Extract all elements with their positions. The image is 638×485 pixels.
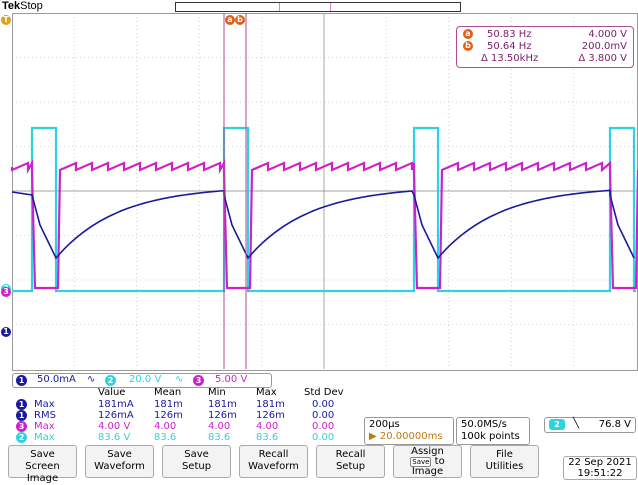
cursor-b-icon: b	[463, 41, 473, 51]
meas-header-stddev: Std Dev	[304, 387, 344, 398]
meas-row-name: Max	[34, 421, 55, 432]
time: 19:51:22	[577, 468, 623, 479]
softkey-bar: Save Screen Image Save Waveform Save Setup …	[8, 445, 638, 484]
meas-row-name: Max	[34, 399, 55, 410]
meas-header-max: Max	[256, 387, 277, 398]
meas-row-max: 126m	[256, 410, 285, 421]
sample-rate: 50.0MS/s	[461, 419, 507, 430]
ch3-badge[interactable]: 3	[193, 375, 204, 386]
cursor-b-freq: 50.64 Hz	[487, 41, 532, 52]
trigger-level: 76.8 V	[598, 419, 631, 430]
cursor-delta-freq: Δ 13.50kHz	[481, 53, 539, 64]
meas-header-value: Value	[98, 387, 126, 398]
meas-row-max: 4.00	[256, 421, 279, 432]
cursor-a-row: a 50.83 Hz 4.000 V	[457, 29, 633, 41]
meas-header-min: Min	[208, 387, 226, 398]
cursor-b-marker[interactable]: b	[235, 15, 245, 25]
cursor-a-icon: a	[463, 29, 473, 39]
cursor-b-value: 200.0mV	[581, 41, 627, 52]
ch1-badge[interactable]: 1	[16, 375, 27, 386]
meas-row-channel-badge: 1	[16, 410, 27, 421]
meas-row-mean: 4.00	[154, 421, 177, 432]
record-length: 100k points	[461, 431, 520, 442]
ch2-scale: 20.0 V	[129, 374, 162, 385]
recall-waveform-button[interactable]: Recall Waveform	[239, 445, 308, 478]
meas-row-name: RMS	[34, 410, 56, 421]
meas-row-value: 181mA	[98, 399, 134, 410]
recall-setup-button[interactable]: Recall Setup	[316, 445, 385, 478]
horizontal-scale: 200µs	[369, 419, 400, 430]
date: 22 Sep 2021	[568, 457, 632, 468]
horizontal-position: ▶ 20.00000ms	[369, 431, 443, 442]
meas-row-std: 0.00	[312, 432, 335, 443]
cursor-readout: a 50.83 Hz 4.000 V b 50.64 Hz 200.0mV Δ …	[456, 26, 634, 68]
horizontal-settings[interactable]: 200µs ▶ 20.00000ms	[364, 417, 454, 445]
meas-row-name: Max	[34, 432, 55, 443]
meas-row-std: 0.00	[312, 399, 335, 410]
trigger-position-marker: T	[1, 15, 11, 25]
assign-save-button[interactable]: Assign Save to Image	[393, 445, 462, 478]
meas-row-channel-badge: 1	[16, 399, 27, 410]
meas-row-max: 181m	[256, 399, 285, 410]
meas-row-mean: 181m	[154, 399, 183, 410]
meas-row-channel-badge: 2	[16, 432, 27, 443]
meas-row-channel-badge: 3	[16, 421, 27, 432]
meas-row-mean: 126m	[154, 410, 183, 421]
meas-header-mean: Mean	[154, 387, 182, 398]
meas-row-value: 126mA	[98, 410, 134, 421]
ch2-badge[interactable]: 2	[105, 375, 116, 386]
ch3-scale: 5.00 V	[215, 374, 248, 385]
save-screen-image-button[interactable]: Save Screen Image	[8, 445, 77, 484]
ch1-coupling-icon: ∿	[87, 374, 96, 385]
ch1-ground-marker[interactable]: 1	[1, 327, 11, 337]
trigger-source-badge: 2	[549, 419, 565, 430]
meas-row-std: 0.00	[312, 410, 335, 421]
meas-row-min: 4.00	[208, 421, 231, 432]
cursor-a-marker[interactable]: a	[225, 15, 235, 25]
meas-row-min: 83.6	[208, 432, 231, 443]
datetime-display: 22 Sep 2021 19:51:22	[563, 456, 637, 480]
meas-row-min: 126m	[208, 410, 237, 421]
cursor-a-value: 4.000 V	[588, 29, 627, 40]
trigger-slope-icon: ╲	[573, 418, 580, 429]
trigger-settings[interactable]: 2 ╲ 76.8 V	[544, 417, 636, 433]
meas-row-value: 4.00 V	[98, 421, 131, 432]
ch1-waveform	[11, 189, 635, 260]
meas-row-std: 0.00	[312, 421, 335, 432]
ch2-coupling-icon: ∿	[175, 374, 184, 385]
cursor-b-row: b 50.64 Hz 200.0mV	[457, 41, 633, 53]
meas-row-max: 83.6	[256, 432, 279, 443]
measurement-table: Value Mean Min Max Std Dev 1 Max 181mA 181m…	[12, 387, 358, 443]
ch3-trace	[10, 158, 638, 290]
cursor-delta-row: Δ 13.50kHz Δ 3.800 V	[457, 53, 633, 65]
ch1-trace	[11, 189, 635, 260]
ch3-ground-marker[interactable]: 3	[1, 287, 11, 297]
file-utilities-button[interactable]: File Utilities	[470, 445, 539, 478]
meas-row-min: 181m	[208, 399, 237, 410]
acquisition-settings[interactable]: 50.0MS/s 100k points	[456, 417, 530, 445]
save-setup-button[interactable]: Save Setup	[162, 445, 231, 478]
channel-scale-bar: 1 50.0mA ∿ 2 20.0 V ∿ 3 5.00 V	[12, 373, 272, 388]
meas-row-value: 83.6 V	[98, 432, 131, 443]
meas-row-mean: 83.6	[154, 432, 177, 443]
cursor-delta-value: Δ 3.800 V	[578, 53, 627, 64]
ch1-scale: 50.0mA	[37, 374, 76, 385]
ch3-waveform	[10, 158, 638, 290]
cursor-a-freq: 50.83 Hz	[487, 29, 532, 40]
save-waveform-button[interactable]: Save Waveform	[85, 445, 154, 478]
